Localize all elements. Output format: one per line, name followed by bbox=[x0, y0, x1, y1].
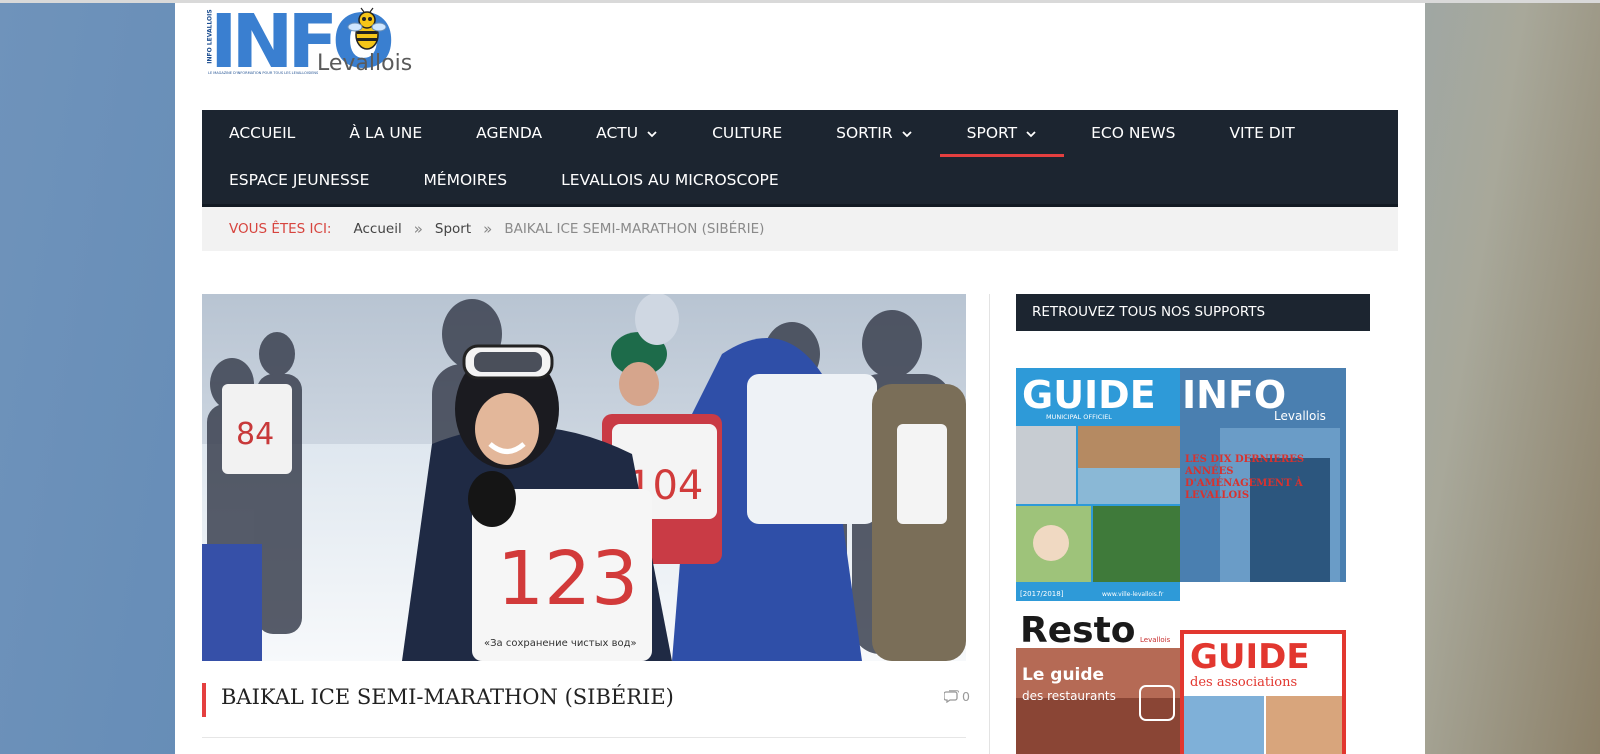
cover-assoc-title: GUIDE bbox=[1190, 637, 1310, 677]
nav-label: SORTIR bbox=[836, 124, 893, 142]
post-title: BAIKAL ICE SEMI-MARATHON (SIBÉRIE) bbox=[221, 685, 674, 709]
breadcrumb-link-accueil[interactable]: Accueil bbox=[353, 221, 401, 237]
cover-resto-town: Levallois bbox=[1140, 636, 1171, 644]
featured-image[interactable]: 84 104 123 «За сохранение чистых вод» bbox=[202, 294, 966, 661]
cover-resto-line2: des restaurants bbox=[1022, 689, 1116, 703]
cover-guide-municipal[interactable]: GUIDE MUNICIPAL OFFICIEL [2017/2018] www… bbox=[1016, 368, 1180, 601]
breadcrumb-label: VOUS ÊTES ICI: bbox=[229, 221, 332, 237]
chevron-down-icon bbox=[647, 130, 657, 137]
bib-slogan: «За сохранение чистых вод» bbox=[484, 638, 637, 649]
cover-resto-art: Resto Levallois Le guide des restaurants bbox=[1016, 608, 1180, 754]
nav-item-sortir[interactable]: SORTIR bbox=[809, 110, 940, 157]
breadcrumb-current: BAIKAL ICE SEMI-MARATHON (SIBÉRIE) bbox=[504, 221, 765, 237]
nav-item-a-la-une[interactable]: À LA UNE bbox=[322, 110, 449, 157]
logo-tagline: LE MAGAZINE D'INFORMATION POUR TOUS LES … bbox=[208, 71, 319, 75]
cover-guide-municipal-art: GUIDE MUNICIPAL OFFICIEL [2017/2018] www… bbox=[1016, 368, 1180, 601]
breadcrumb-separator: » bbox=[413, 220, 423, 238]
cover-resto[interactable]: Resto Levallois Le guide des restaurants bbox=[1016, 608, 1180, 754]
cover-info-levallois-art: INFO Levallois LES DIX DERNIÈRES ANNÉES … bbox=[1180, 368, 1346, 601]
chevron-down-icon bbox=[1026, 130, 1036, 137]
publications-covers: GUIDE MUNICIPAL OFFICIEL [2017/2018] www… bbox=[1016, 368, 1346, 754]
main-navigation: ACCUEIL À LA UNE AGENDA ACTU CULTURE SOR… bbox=[202, 110, 1398, 207]
page-container: INFO LEVALLOIS INFO Levallois LE MAGAZIN… bbox=[175, 3, 1425, 754]
nav-label: CULTURE bbox=[712, 124, 783, 142]
nav-row-2: ESPACE JEUNESSE MÉMOIRES LEVALLOIS AU MI… bbox=[202, 157, 806, 204]
chevron-down-icon bbox=[902, 130, 912, 137]
nav-label: ECO NEWS bbox=[1091, 124, 1176, 142]
nav-label: ESPACE JEUNESSE bbox=[229, 171, 370, 189]
site-logo[interactable]: INFO LEVALLOIS INFO Levallois LE MAGAZIN… bbox=[202, 5, 414, 79]
breadcrumb-separator: » bbox=[483, 220, 493, 238]
cover-info-headline: LES DIX DERNIÈRES ANNÉES D'AMÉNAGEMENT À… bbox=[1185, 454, 1305, 501]
nav-label: ACTU bbox=[596, 124, 639, 142]
nav-label: ACCUEIL bbox=[229, 124, 296, 142]
nav-label: AGENDA bbox=[476, 124, 543, 142]
logo-town-text: Levallois bbox=[317, 51, 413, 76]
nav-row-1: ACCUEIL À LA UNE AGENDA ACTU CULTURE SOR… bbox=[202, 110, 1322, 157]
title-divider bbox=[202, 737, 966, 738]
nav-item-eco-news[interactable]: ECO NEWS bbox=[1064, 110, 1202, 157]
cover-resto-line1: Le guide bbox=[1022, 665, 1104, 685]
cover-guide-url: www.ville-levallois.fr bbox=[1102, 591, 1164, 598]
nav-item-espace-jeunesse[interactable]: ESPACE JEUNESSE bbox=[202, 157, 396, 204]
cover-guide-associations-art: GUIDE des associations bbox=[1180, 630, 1346, 754]
post-title-block: BAIKAL ICE SEMI-MARATHON (SIBÉRIE) 0 bbox=[202, 683, 970, 717]
cover-guide-title: GUIDE bbox=[1022, 373, 1156, 417]
cover-guide-subtitle: MUNICIPAL OFFICIEL bbox=[1046, 413, 1112, 421]
cover-info-levallois[interactable]: INFO Levallois LES DIX DERNIÈRES ANNÉES … bbox=[1180, 368, 1346, 601]
sidebar-widget-title: RETROUVEZ TOUS NOS SUPPORTS bbox=[1016, 294, 1370, 331]
nav-label: À LA UNE bbox=[349, 124, 423, 142]
nav-item-sport[interactable]: SPORT bbox=[939, 110, 1065, 157]
comments-count: 0 bbox=[962, 689, 970, 704]
cover-resto-title: Resto bbox=[1020, 610, 1136, 651]
bib-number-123: 123 bbox=[497, 536, 638, 622]
nav-label: MÉMOIRES bbox=[423, 171, 508, 189]
cover-guide-associations[interactable]: GUIDE des associations bbox=[1180, 630, 1346, 754]
nav-item-levallois-au-microscope[interactable]: LEVALLOIS AU MICROSCOPE bbox=[534, 157, 806, 204]
bib-number-84: 84 bbox=[236, 417, 274, 452]
breadcrumb: VOUS ÊTES ICI: Accueil » Sport » BAIKAL … bbox=[202, 207, 1398, 251]
nav-item-memoires[interactable]: MÉMOIRES bbox=[396, 157, 534, 204]
nav-item-actu[interactable]: ACTU bbox=[569, 110, 685, 157]
nav-item-culture[interactable]: CULTURE bbox=[685, 110, 809, 157]
breadcrumb-link-sport[interactable]: Sport bbox=[435, 221, 471, 237]
bee-mascot-icon bbox=[347, 7, 387, 50]
nav-label: SPORT bbox=[966, 124, 1018, 142]
nav-item-agenda[interactable]: AGENDA bbox=[449, 110, 569, 157]
nav-item-accueil[interactable]: ACCUEIL bbox=[202, 110, 322, 157]
cover-assoc-subtitle: des associations bbox=[1190, 675, 1297, 690]
column-divider bbox=[989, 294, 990, 754]
cover-info-town: Levallois bbox=[1274, 409, 1326, 423]
nav-label: LEVALLOIS AU MICROSCOPE bbox=[561, 171, 779, 189]
featured-image-illustration: 84 104 123 «За сохранение чистых вод» bbox=[202, 294, 966, 661]
comments-icon bbox=[944, 690, 960, 703]
nav-item-vite-dit[interactable]: VITE DIT bbox=[1202, 110, 1321, 157]
cover-guide-year: [2017/2018] bbox=[1020, 590, 1064, 598]
cover-info-title: INFO bbox=[1182, 373, 1286, 417]
comments-link[interactable]: 0 bbox=[944, 689, 970, 704]
nav-label: VITE DIT bbox=[1229, 124, 1295, 142]
